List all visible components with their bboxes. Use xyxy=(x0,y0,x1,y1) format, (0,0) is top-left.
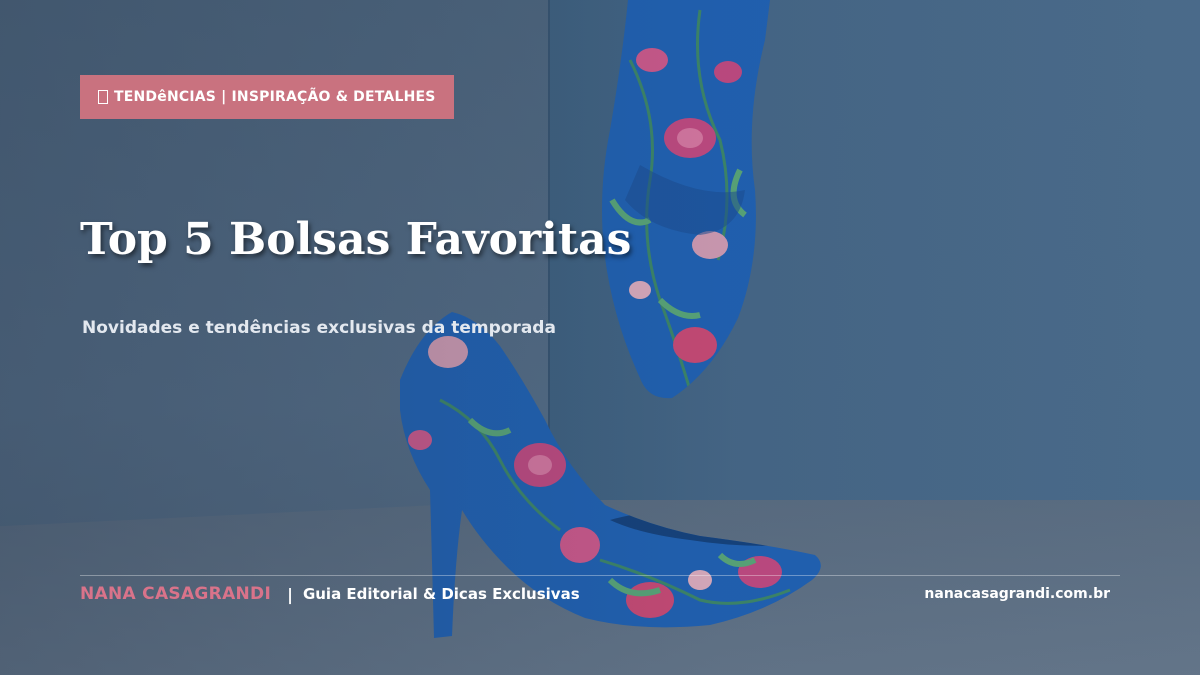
bag-icon xyxy=(98,90,108,104)
category-tag[interactable]: TENDêNCIAS | INSPIRAÇÃO & DETALHES xyxy=(80,75,454,119)
category-tag-label: TENDêNCIAS | INSPIRAÇÃO & DETALHES xyxy=(114,89,436,105)
hanging-shoe xyxy=(602,0,770,399)
page-title: Top 5 Bolsas Favoritas xyxy=(80,214,632,265)
brand-name[interactable]: NANA CASAGRANDI xyxy=(80,584,271,604)
site-link[interactable]: nanacasagrandi.com.br xyxy=(924,586,1110,602)
footer-bar: NANA CASAGRANDI | Guia Editorial & Dicas… xyxy=(80,582,1110,606)
footer-tagline: Guia Editorial & Dicas Exclusivas xyxy=(302,585,580,603)
footer-divider xyxy=(80,575,1120,576)
footer-separator: | xyxy=(287,584,293,604)
page-subtitle: Novidades e tendências exclusivas da tem… xyxy=(82,318,556,338)
